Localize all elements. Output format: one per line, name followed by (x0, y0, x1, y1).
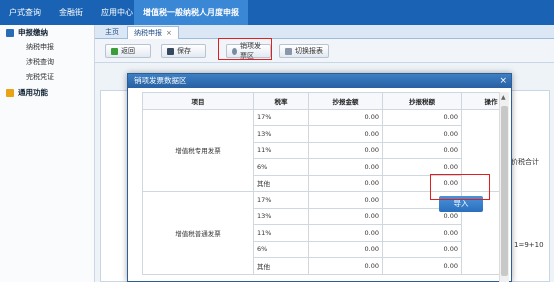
close-icon[interactable]: × (166, 29, 172, 37)
save-button[interactable]: 保存 (161, 44, 206, 58)
tax-cell: 0.00 (382, 125, 462, 143)
dialog-title: 销项发票数据区 (134, 76, 187, 85)
rate-cell: 13% (253, 125, 309, 143)
back-button[interactable]: 返回 (105, 44, 151, 58)
amount-cell: 0.00 (308, 158, 383, 176)
dialog-scrollbar[interactable]: ▲ (499, 92, 509, 282)
toolbar: 返回 保存 销项发票区 切换报表 (95, 39, 554, 63)
sidebar: 申报缴纳 纳税申报 涉税查询 完税凭证 通用功能 (0, 25, 95, 282)
column-header: 抄报税额 (382, 92, 462, 110)
top-nav: 户式查询 金融街 应用中心 (0, 0, 142, 25)
rate-cell: 6% (253, 240, 309, 258)
tax-cell: 0.00 (382, 158, 462, 176)
top-nav-active-tab[interactable]: 增值税一般纳税人月度申报 (134, 0, 248, 25)
rate-cell: 17% (253, 191, 309, 209)
invoice-type-cell: 增值税普通发票 (142, 191, 254, 275)
amount-cell: 0.00 (308, 141, 383, 159)
tax-cell: 0.00 (382, 257, 462, 275)
back-arrow-icon (111, 47, 118, 55)
form-label-total: 价税合计 (511, 158, 539, 166)
sidebar-group-label: 申报缴纳 (18, 28, 48, 37)
rate-cell: 其他 (253, 257, 309, 275)
invoice-area-highlight (218, 38, 272, 60)
amount-cell: 0.00 (308, 191, 383, 209)
close-icon[interactable]: × (499, 74, 507, 88)
sidebar-item-tax-query[interactable]: 涉税查询 (0, 55, 94, 70)
tab-label: 纳税申报 (134, 29, 162, 37)
amount-cell: 0.00 (308, 224, 383, 242)
sidebar-group-label: 通用功能 (18, 88, 48, 97)
folder-icon (6, 88, 14, 97)
save-icon (167, 47, 174, 55)
back-button-label: 返回 (121, 47, 135, 55)
folder-icon (6, 28, 14, 37)
rate-cell: 其他 (253, 174, 309, 192)
column-header: 抄报金额 (308, 92, 383, 110)
tax-cell: 0.00 (382, 240, 462, 258)
amount-cell: 0.00 (308, 207, 383, 225)
sidebar-group-declare[interactable]: 申报缴纳 (0, 25, 94, 40)
scroll-up-icon[interactable]: ▲ (501, 94, 506, 101)
sidebar-item-tax-certificate[interactable]: 完税凭证 (0, 70, 94, 85)
save-button-label: 保存 (177, 47, 191, 55)
rate-cell: 11% (253, 224, 309, 242)
table-row: 增值税专用发票 17% 0.00 0.00 (142, 108, 509, 192)
rate-cell: 6% (253, 158, 309, 176)
tax-cell: 0.00 (382, 108, 462, 126)
amount-cell: 0.00 (308, 174, 383, 192)
sidebar-group-common[interactable]: 通用功能 (0, 85, 94, 100)
tax-cell: 0.00 (382, 224, 462, 242)
switch-report-button-label: 切换报表 (295, 47, 323, 55)
amount-cell: 0.00 (308, 257, 383, 275)
table-header-row: 项目 税率 抄报金额 抄报税额 操作 (142, 92, 509, 110)
amount-cell: 0.00 (308, 240, 383, 258)
tab-tax-declare[interactable]: 纳税申报 × (127, 26, 179, 39)
rate-cell: 13% (253, 207, 309, 225)
import-highlight (430, 174, 490, 200)
switch-report-button[interactable]: 切换报表 (279, 44, 329, 58)
dialog-title-bar: 销项发票数据区 × (128, 74, 511, 88)
amount-cell: 0.00 (308, 108, 383, 126)
column-header: 项目 (142, 92, 254, 110)
tab-home[interactable]: 主页 (99, 26, 125, 39)
tab-strip: 主页 纳税申报 × (95, 25, 554, 39)
amount-cell: 0.00 (308, 125, 383, 143)
tax-cell: 0.00 (382, 141, 462, 159)
sidebar-item-tax-declare[interactable]: 纳税申报 (0, 40, 94, 55)
form-label-formula: 1=9+10 (514, 241, 544, 249)
rate-cell: 17% (253, 108, 309, 126)
switch-icon (285, 47, 292, 55)
top-nav-item[interactable]: 金融街 (50, 0, 92, 25)
column-header: 税率 (253, 92, 309, 110)
rate-cell: 11% (253, 141, 309, 159)
scrollbar-thumb[interactable] (501, 106, 508, 276)
top-nav-item[interactable]: 户式查询 (0, 0, 50, 25)
invoice-type-cell: 增值税专用发票 (142, 108, 254, 192)
